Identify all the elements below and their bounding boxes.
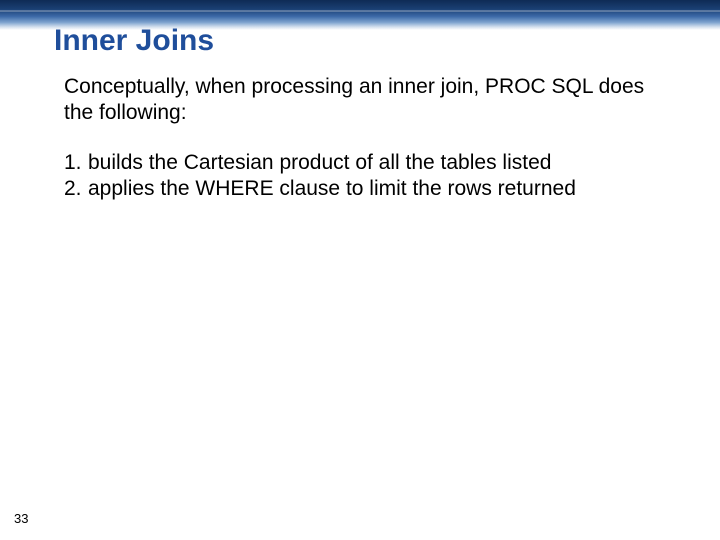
list-number: 2. [64,176,88,202]
list-text: builds the Cartesian product of all the … [88,150,551,176]
list-text: applies the WHERE clause to limit the ro… [88,176,576,202]
list-number: 1. [64,150,88,176]
page-number: 33 [14,511,28,526]
slide-title: Inner Joins [54,24,214,58]
intro-text: Conceptually, when processing an inner j… [64,74,664,127]
list-item: 2. applies the WHERE clause to limit the… [64,176,664,202]
steps-list: 1. builds the Cartesian product of all t… [64,150,664,203]
list-item: 1. builds the Cartesian product of all t… [64,150,664,176]
